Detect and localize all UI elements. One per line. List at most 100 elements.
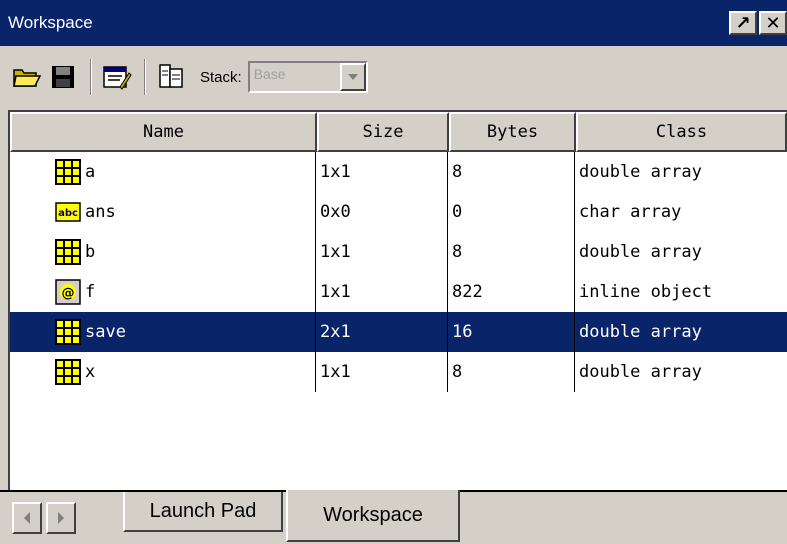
toolbar-separator [144, 59, 146, 95]
title-bar: Workspace ↗ ✕ [0, 0, 787, 46]
cell-class-text: double array [579, 162, 702, 182]
open-folder-icon [13, 69, 42, 87]
window-title: Workspace [8, 13, 93, 32]
cell-name-text: b [85, 242, 96, 262]
cell-class-text: inline object [579, 282, 713, 302]
save-disk-icon [52, 66, 74, 88]
open-folder-button[interactable] [10, 60, 44, 94]
cell-bytes-text: 8 [452, 162, 463, 182]
cell-class-text: char array [579, 202, 682, 222]
cell-name: b [10, 232, 315, 272]
cell-size: 1x1 [315, 272, 447, 312]
cell-name: a [10, 152, 315, 192]
svg-text:abc: abc [58, 208, 78, 219]
matrix-icon [55, 359, 81, 385]
table-row[interactable]: @ f 1x1 822 inline object [10, 272, 787, 312]
delete-variable-icon [159, 64, 183, 88]
table-row[interactable]: abc ans 0x0 0 char array [10, 192, 787, 232]
stack-label: Stack: [200, 68, 242, 86]
cell-bytes: 822 [447, 272, 574, 312]
cell-class: double array [574, 352, 787, 392]
cell-class: char array [574, 192, 787, 232]
delete-variable-button[interactable] [154, 60, 188, 94]
workspace-table: Name Size Bytes Class a 1x1 8 double array a… [8, 110, 787, 490]
cell-bytes-text: 822 [452, 282, 483, 302]
cell-size-text: 2x1 [320, 322, 351, 342]
cell-size: 1x1 [315, 352, 447, 392]
cell-bytes: 8 [447, 232, 574, 272]
column-divider [315, 152, 316, 392]
tab-workspace[interactable]: Workspace [286, 490, 460, 542]
char-array-icon: abc [55, 199, 81, 225]
tab-scroll-left-button[interactable] [12, 502, 42, 534]
cell-bytes-text: 8 [452, 362, 463, 382]
cell-name-text: save [85, 322, 126, 342]
cell-size-text: 1x1 [320, 242, 351, 262]
column-divider [447, 152, 448, 392]
inline-object-icon: @ [55, 279, 81, 305]
tab-launch-pad[interactable]: Launch Pad [123, 492, 283, 532]
close-icon: ✕ [765, 12, 781, 34]
column-divider [574, 152, 575, 392]
cell-bytes: 16 [447, 312, 574, 352]
cell-name-text: f [85, 282, 96, 302]
cell-name-text: a [85, 162, 96, 182]
tab-strip: Launch Pad Workspace [0, 490, 787, 544]
cell-name: save [10, 312, 315, 352]
cell-class-text: double array [579, 322, 702, 342]
cell-bytes-text: 16 [452, 322, 473, 342]
cell-name-text: x [85, 362, 96, 382]
cell-name: @ f [10, 272, 315, 312]
toolbar: Stack: Base [0, 46, 787, 108]
table-row[interactable]: save 2x1 16 double array [10, 312, 787, 352]
close-button[interactable]: ✕ [759, 11, 787, 35]
dropdown-arrow-button[interactable] [339, 63, 366, 91]
table-header: Name Size Bytes Class [10, 112, 787, 152]
edit-variable-icon [103, 66, 132, 90]
save-button[interactable] [46, 60, 80, 94]
edit-variable-button[interactable] [100, 60, 134, 94]
matrix-icon [55, 239, 81, 265]
stack-dropdown-value: Base [249, 63, 340, 91]
cell-bytes: 0 [447, 192, 574, 232]
column-header-bytes[interactable]: Bytes [449, 112, 576, 152]
cell-size-text: 1x1 [320, 162, 351, 182]
cell-bytes-text: 0 [452, 202, 463, 222]
arrow-left-icon [24, 512, 30, 524]
cell-class-text: double array [579, 362, 702, 382]
cell-size: 0x0 [315, 192, 447, 232]
cell-class-text: double array [579, 242, 702, 262]
column-header-class[interactable]: Class [576, 112, 787, 152]
cell-size: 1x1 [315, 152, 447, 192]
table-row[interactable]: x 1x1 8 double array [10, 352, 787, 392]
svg-text:@: @ [62, 286, 75, 301]
cell-bytes: 8 [447, 352, 574, 392]
undock-arrow-icon: ↗ [735, 12, 751, 34]
cell-name-text: ans [85, 202, 116, 222]
cell-class: inline object [574, 272, 787, 312]
column-header-size[interactable]: Size [317, 112, 449, 152]
stack-dropdown[interactable]: Base [247, 61, 368, 93]
table-row[interactable]: b 1x1 8 double array [10, 232, 787, 272]
cell-bytes-text: 8 [452, 242, 463, 262]
cell-size: 2x1 [315, 312, 447, 352]
chevron-down-icon [347, 74, 358, 80]
matrix-icon [55, 319, 81, 345]
column-header-name[interactable]: Name [10, 112, 317, 152]
cell-class: double array [574, 232, 787, 272]
cell-size-text: 1x1 [320, 282, 351, 302]
undock-button[interactable]: ↗ [729, 11, 757, 35]
cell-name: x [10, 352, 315, 392]
cell-class: double array [574, 312, 787, 352]
cell-class: double array [574, 152, 787, 192]
tab-scroll-right-button[interactable] [46, 502, 76, 534]
cell-size: 1x1 [315, 232, 447, 272]
cell-bytes: 8 [447, 152, 574, 192]
table-row[interactable]: a 1x1 8 double array [10, 152, 787, 192]
arrow-right-icon [58, 512, 64, 524]
cell-size-text: 1x1 [320, 362, 351, 382]
cell-size-text: 0x0 [320, 202, 351, 222]
matrix-icon [55, 159, 81, 185]
cell-name: abc ans [10, 192, 315, 232]
toolbar-separator [90, 59, 92, 95]
